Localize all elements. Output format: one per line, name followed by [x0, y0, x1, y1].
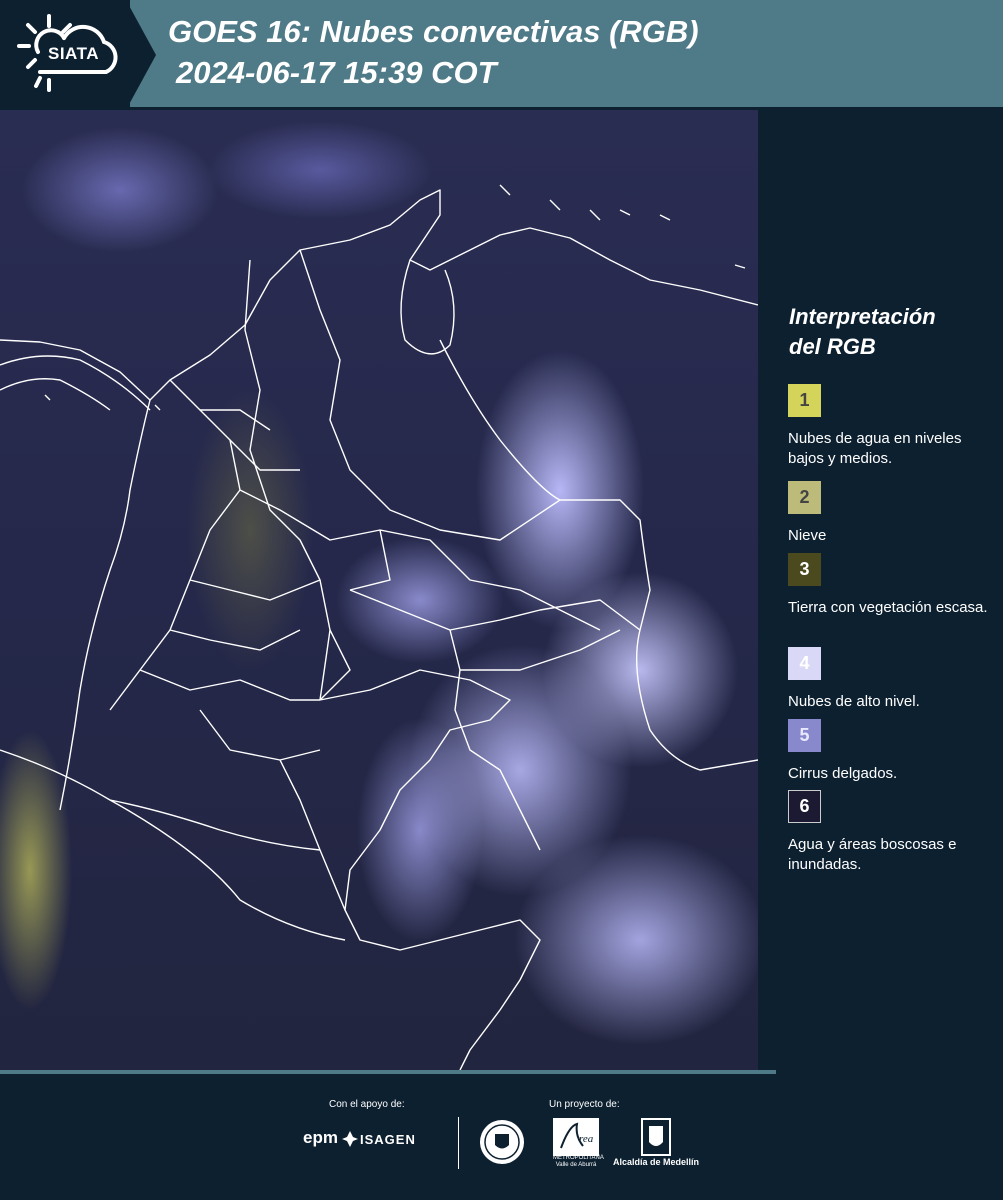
area-metropolitana-caption: METROPOLITANA Valle de Aburrá — [553, 1155, 604, 1168]
legend-label: Nieve — [788, 527, 827, 544]
header: SIATA GOES 16: Nubes convectivas (RGB) 2… — [0, 0, 1003, 110]
legend-label: Agua y áreas boscosas e inundadas. — [788, 836, 957, 873]
footer-separator — [458, 1117, 459, 1169]
legend-label: Nubes de agua en niveles bajos y medios. — [788, 430, 962, 467]
satellite-map — [0, 110, 758, 1070]
legend-item: 6 Agua y áreas boscosas e inundadas. — [788, 790, 988, 875]
footer: Con el apoyo de: Un proyecto de: epm ISA… — [0, 1070, 1003, 1200]
legend-item: 5 Cirrus delgados. — [788, 719, 988, 784]
area-metropolitana-logo: rea — [553, 1118, 599, 1156]
alcaldia-shield-icon — [641, 1118, 671, 1156]
legend-swatch: 5 — [788, 719, 821, 752]
legend-swatch: 1 — [788, 384, 821, 417]
seal-icon — [480, 1120, 524, 1164]
legend-swatch: 2 — [788, 481, 821, 514]
legend-item: 4 Nubes de alto nivel. — [788, 647, 988, 712]
svg-text:rea: rea — [579, 1133, 594, 1145]
legend-item: 2 Nieve — [788, 481, 988, 546]
logo-text: SIATA — [48, 44, 99, 63]
page-title: GOES 16: Nubes convectivas (RGB) — [168, 14, 699, 49]
legend-label: Tierra con vegetación escasa. — [788, 599, 988, 616]
boundaries-overlay — [0, 184, 758, 1070]
legend-item: 1 Nubes de agua en niveles bajos y medio… — [788, 384, 988, 469]
support-label: Con el apoyo de: — [329, 1099, 405, 1110]
project-label: Un proyecto de: — [549, 1099, 620, 1110]
epm-logo: epm — [303, 1128, 338, 1147]
legend-swatch: 6 — [788, 790, 821, 823]
alcaldia-label: Alcaldía de Medellín — [613, 1157, 700, 1167]
legend-title: Interpretación del RGB — [789, 304, 936, 359]
legend-swatch: 3 — [788, 553, 821, 586]
legend-item: 3 Tierra con vegetación escasa. — [788, 553, 988, 618]
footer-divider — [0, 1070, 776, 1074]
legend-label: Cirrus delgados. — [788, 765, 898, 782]
legend-label: Nubes de alto nivel. — [788, 693, 920, 710]
siata-logo: SIATA — [0, 0, 156, 110]
legend-swatch: 4 — [788, 647, 821, 680]
timestamp: 2024-06-17 15:39 COT — [176, 55, 497, 90]
isagen-logo: ISAGEN — [360, 1132, 416, 1147]
isagen-mark-icon — [342, 1131, 358, 1147]
